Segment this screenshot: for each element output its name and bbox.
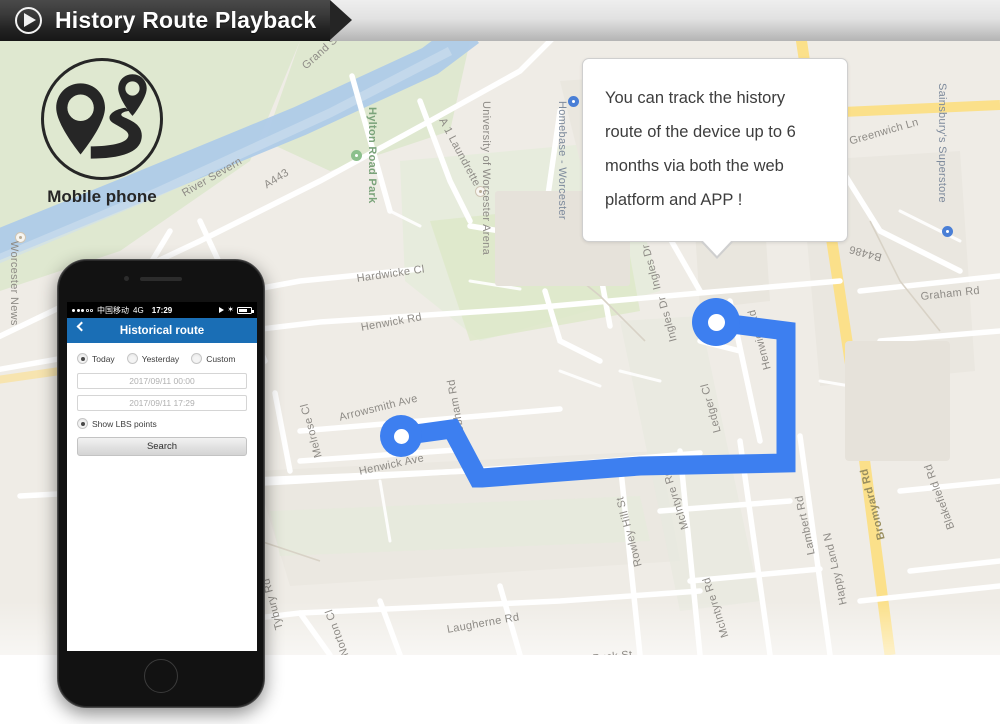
route-start-marker[interactable] xyxy=(380,415,422,457)
end-time-field[interactable]: 2017/09/11 17:29 xyxy=(77,395,247,411)
start-time-field[interactable]: 2017/09/11 00:00 xyxy=(77,373,247,389)
play-circle-icon xyxy=(15,7,42,34)
phone-mockup: 中国移动 4G 17:29 ✶ Historical route Today Y… xyxy=(57,259,265,708)
status-time: 17:29 xyxy=(151,305,173,315)
range-option-yesterday[interactable]: Yesterday xyxy=(126,353,180,364)
radio-custom-icon[interactable] xyxy=(191,353,203,364)
network-label: 4G xyxy=(133,305,144,315)
phone-status-bar: 中国移动 4G 17:29 ✶ xyxy=(67,302,257,318)
search-button[interactable]: Search xyxy=(77,437,247,456)
radio-lbs-icon[interactable] xyxy=(77,418,88,429)
route-end-marker[interactable] xyxy=(692,298,740,346)
history-query-form: Today Yesterday Custom 2017/09/11 00:00 … xyxy=(67,343,257,456)
phone-home-button[interactable] xyxy=(144,659,178,693)
range-option-custom-label: Custom xyxy=(206,353,236,364)
phone-speaker xyxy=(140,277,182,281)
info-callout: You can track the history route of the d… xyxy=(582,58,848,242)
battery-icon xyxy=(237,306,254,314)
signal-strength-icon xyxy=(72,308,93,312)
range-option-yesterday-label: Yesterday xyxy=(141,353,180,364)
header-bar: History Route Playback xyxy=(0,0,1000,41)
callout-text: You can track the history route of the d… xyxy=(605,89,796,209)
radio-yesterday-icon[interactable] xyxy=(126,353,138,364)
header-chevron-tip xyxy=(330,0,352,40)
radio-today-icon[interactable] xyxy=(77,353,88,364)
route-pins-icon xyxy=(41,58,163,180)
route-pins-glyph xyxy=(56,74,147,159)
range-radio-group: Today Yesterday Custom xyxy=(77,353,247,364)
range-option-custom[interactable]: Custom xyxy=(191,353,235,364)
app-nav-bar: Historical route xyxy=(67,318,257,343)
chevron-left-icon[interactable] xyxy=(76,321,87,332)
phone-screen: 中国移动 4G 17:29 ✶ Historical route Today Y… xyxy=(67,302,257,651)
show-lbs-points-option[interactable]: Show LBS points xyxy=(77,418,247,429)
screenshot-root: History Route Playback Grand St River Se… xyxy=(0,0,1000,724)
phone-camera-icon xyxy=(124,276,129,281)
page-title: History Route Playback xyxy=(55,7,317,33)
callout-tail xyxy=(701,240,732,256)
range-option-today-label: Today xyxy=(92,353,115,364)
app-nav-title: Historical route xyxy=(119,324,205,337)
range-option-today[interactable]: Today xyxy=(77,353,115,364)
brand-logo-label: Mobile phone xyxy=(47,187,157,206)
carrier-label: 中国移动 xyxy=(97,305,129,315)
show-lbs-points-label: Show LBS points xyxy=(92,418,157,429)
location-arrow-icon xyxy=(219,307,225,313)
brand-logo: Mobile phone xyxy=(41,58,166,207)
bluetooth-icon: ✶ xyxy=(227,305,234,314)
